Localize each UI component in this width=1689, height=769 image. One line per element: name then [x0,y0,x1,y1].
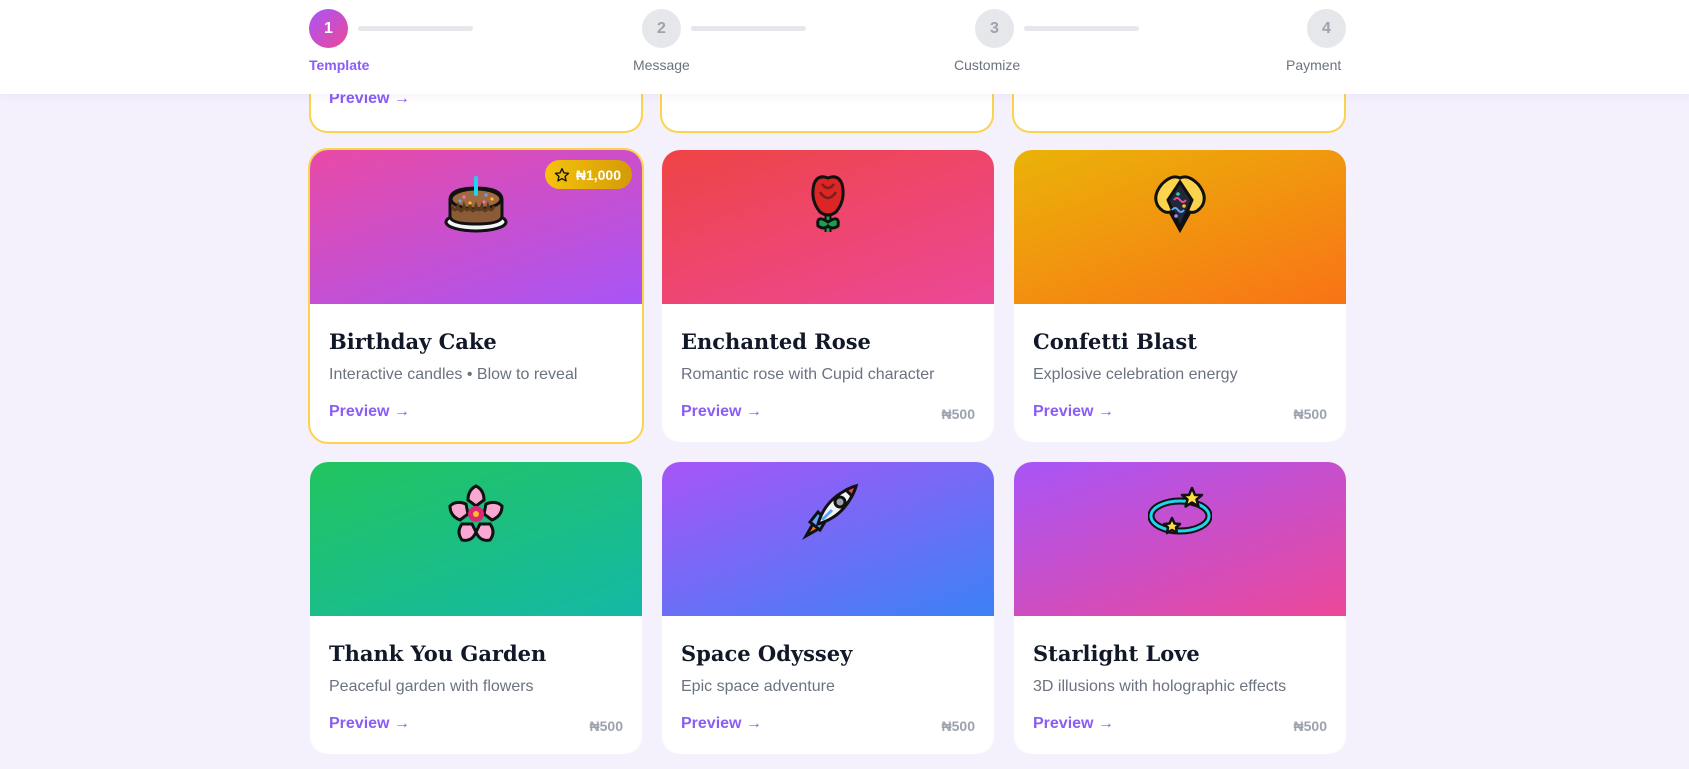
star-icon [554,167,570,182]
badge-price: ₦1,000 [575,166,621,183]
step-payment[interactable]: 4 Payment [1286,9,1387,73]
preview-link[interactable]: Preview → [681,403,762,421]
card-price: ₦500 [589,718,623,734]
step-number: 2 [642,9,681,48]
progress-stepper-bar: 1 Template 2 Message 3 Customize 4 Payme… [0,0,1689,94]
progress-stepper: 1 Template 2 Message 3 Customize 4 Payme… [309,9,1347,79]
confetti-popper-icon [1148,170,1212,234]
card-hero [1014,150,1346,304]
step-label: Template [309,57,370,73]
card-hero [1014,462,1346,616]
template-card-thank-you-garden[interactable]: Thank You Garden Peaceful garden with fl… [310,462,642,754]
dizzy-star-icon [1148,482,1212,546]
preview-link[interactable]: Preview → [681,715,762,733]
step-label: Customize [954,57,1021,73]
step-number: 1 [309,9,348,48]
card-title: Space Odyssey [681,641,853,666]
card-title: Enchanted Rose [681,329,871,354]
card-title: Confetti Blast [1033,329,1197,354]
birthday-cake-icon [444,170,508,234]
template-card-starlight-love[interactable]: Starlight Love 3D illusions with hologra… [1014,462,1346,754]
card-description: Peaceful garden with flowers [329,678,534,695]
card-hero [662,150,994,304]
preview-link[interactable]: Preview → [329,403,410,421]
card-description: Romantic rose with Cupid character [681,366,935,383]
step-number: 4 [1307,9,1346,48]
rose-icon [796,170,860,234]
card-title: Thank You Garden [329,641,547,666]
card-description: Explosive celebration energy [1033,366,1238,383]
card-title: Birthday Cake [329,329,497,354]
step-connector [358,26,473,31]
step-label: Message [633,57,690,73]
premium-price-badge: ₦1,000 [544,160,632,189]
template-card-confetti-blast[interactable]: Confetti Blast Explosive celebration ene… [1014,150,1346,442]
template-card-enchanted-rose[interactable]: Enchanted Rose Romantic rose with Cupid … [662,150,994,442]
card-price: ₦500 [1293,718,1327,734]
card-price: ₦500 [941,718,975,734]
card-price: ₦500 [941,406,975,422]
preview-link[interactable]: Preview → [1033,715,1114,733]
card-description: Epic space adventure [681,678,835,695]
card-hero [662,462,994,616]
step-connector [1024,26,1139,31]
card-hero: ₦1,000 [310,150,642,304]
step-number: 3 [975,9,1014,48]
cherry-blossom-icon [444,482,508,546]
card-title: Starlight Love [1033,641,1200,666]
card-hero [310,462,642,616]
preview-link[interactable]: Preview → [329,715,410,733]
rocket-icon [796,482,860,546]
card-description: Interactive candles • Blow to reveal [329,366,578,383]
card-price: ₦500 [1293,406,1327,422]
template-card-birthday-cake[interactable]: ₦1,000 Birthday Cake Interactive candles… [310,150,642,442]
card-description: 3D illusions with holographic effects [1033,678,1287,695]
preview-link[interactable]: Preview → [1033,403,1114,421]
step-connector [691,26,806,31]
template-card-space-odyssey[interactable]: Space Odyssey Epic space adventure Previ… [662,462,994,754]
step-label: Payment [1286,57,1342,73]
